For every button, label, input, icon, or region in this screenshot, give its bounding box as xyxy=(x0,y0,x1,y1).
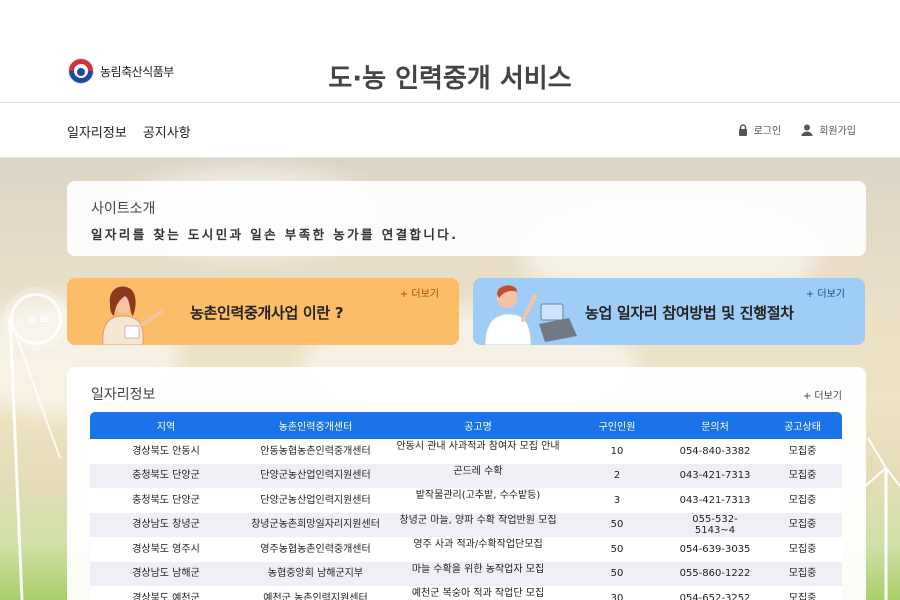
lock-icon xyxy=(738,123,747,136)
cell-region: 충청북도 단양군 xyxy=(132,470,200,482)
nav-item-jobs[interactable]: 일자리정보 xyxy=(67,122,127,141)
cell-center: 창녕군농촌희망일자리지원센터 xyxy=(251,519,380,531)
cell-status: 모집중 xyxy=(788,445,817,457)
cell-center: 영주농협농촌인력중개센터 xyxy=(260,543,371,555)
woman-presenting-icon xyxy=(102,286,163,345)
cell-title[interactable]: 마늘 수확을 위한 농작업자 모집 xyxy=(389,562,567,587)
site-title[interactable]: 도·농 인력중개 서비스 xyxy=(0,58,900,95)
table-row[interactable]: 경상남도 창녕군 창녕군농촌희망일자리지원센터 창녕군 마늘, 양파 수확 작업… xyxy=(90,512,842,538)
user-icon xyxy=(801,124,813,136)
column-header-status: 공고상태 xyxy=(784,422,821,433)
cell-title[interactable]: 안동시 관내 사과적과 참여자 모집 안내 xyxy=(389,439,567,464)
intro-heading: 사이트소개 xyxy=(91,201,156,217)
column-header-title: 공고명 xyxy=(464,422,492,433)
cell-region: 경상남도 남해군 xyxy=(132,568,200,580)
cell-title[interactable]: 예천군 복숭아 적과 작업단 모집 xyxy=(389,586,567,600)
table-row[interactable]: 충청북도 단양군 단양군농산업인력지원센터 곤드레 수확 2 043-421-7… xyxy=(90,463,842,489)
cell-phone: 043-421-7313 xyxy=(679,470,751,482)
banner-left-title: 농촌인력중개사업 이란 ? xyxy=(190,304,344,322)
participation-guide-banner[interactable]: + 더보기 농업 일자리 참여방법 및 진행절차 xyxy=(473,278,865,345)
intro-text: 일자리를 찾는 도시민과 일손 부족한 농가를 연결합니다. xyxy=(91,227,459,242)
nav-item-notices[interactable]: 공지사항 xyxy=(143,122,191,141)
cell-center: 단양군농산업인력지원센터 xyxy=(260,494,371,506)
site-header: 농림축산식품부 도·농 인력중개 서비스 xyxy=(0,0,900,103)
table-row[interactable]: 경상남도 남해군 농협중앙회 남해군지부 마늘 수확을 위한 농작업자 모집 5… xyxy=(90,561,842,587)
cell-title[interactable]: 창녕군 마늘, 양파 수확 작업반원 모집 xyxy=(389,513,567,538)
cell-count: 50 xyxy=(610,568,624,580)
man-with-laptop-icon xyxy=(484,285,577,345)
cell-phone: 055-532-5143~4 xyxy=(692,513,738,536)
jobs-more-link[interactable]: + 더보기 xyxy=(803,387,842,402)
banner-left-more-link[interactable]: + 더보기 xyxy=(400,285,439,300)
cell-phone: 054-652-3252 xyxy=(679,592,751,600)
table-row[interactable]: 경상북도 안동시 안동농협농촌인력중개센터 안동시 관내 사과적과 참여자 모집… xyxy=(90,439,842,464)
table-row[interactable]: 경상북도 영주시 영주농협농촌인력중개센터 영주 사과 적과/수확작업단모집 5… xyxy=(90,537,842,562)
decorative-ring-icon: ≡≡ xyxy=(10,293,62,345)
cell-region: 경상북도 안동시 xyxy=(132,445,200,457)
jobs-heading: 일자리정보 xyxy=(91,387,156,403)
login-label: 로그인 xyxy=(753,126,782,137)
signup-link[interactable]: 회원가입 xyxy=(801,122,856,137)
cell-count: 10 xyxy=(610,445,624,457)
cell-count: 2 xyxy=(613,470,621,482)
cell-title[interactable]: 밭작물관리(고추밭, 수수밭등) xyxy=(389,488,567,513)
cell-region: 경상남도 창녕군 xyxy=(132,519,200,531)
cell-center: 안동농협농촌인력중개센터 xyxy=(260,445,371,457)
cell-region: 충청북도 단양군 xyxy=(132,494,200,506)
cell-center: 단양군농산업인력지원센터 xyxy=(260,470,371,482)
cell-region: 경상북도 영주시 xyxy=(132,543,200,555)
banner-right-title: 농업 일자리 참여방법 및 진행절차 xyxy=(585,304,794,322)
site-intro-panel: 사이트소개 일자리를 찾는 도시민과 일손 부족한 농가를 연결합니다. xyxy=(67,181,866,256)
cell-status: 모집중 xyxy=(788,470,817,482)
cell-phone: 055-860-1222 xyxy=(679,568,751,580)
cell-phone: 054-840-3382 xyxy=(679,445,751,457)
cell-count: 50 xyxy=(610,519,624,531)
login-link[interactable]: 로그인 xyxy=(738,122,782,137)
job-listings-table: 지역 농촌인력중개센터 공고명 구인인원 문의처 공고상태 경상북도 안동시 안… xyxy=(90,412,842,600)
cell-phone: 054-639-3035 xyxy=(679,543,751,555)
cell-status: 모집중 xyxy=(788,494,817,506)
column-header-region: 지역 xyxy=(156,422,176,433)
main-navigation: 일자리정보 공지사항 로그인 회원가입 xyxy=(0,103,900,158)
column-header-count: 구인인원 xyxy=(598,422,636,433)
column-header-center: 농촌인력중개센터 xyxy=(278,422,353,433)
cell-title[interactable]: 영주 사과 적과/수확작업단모집 xyxy=(389,537,567,562)
cell-phone: 043-421-7313 xyxy=(679,494,751,506)
cell-center: 예천군 농촌인력지원센터 xyxy=(263,592,368,600)
table-row[interactable]: 경상북도 예천군 예천군 농촌인력지원센터 예천군 복숭아 적과 작업단 모집 … xyxy=(90,586,842,600)
cell-count: 50 xyxy=(610,543,624,555)
signup-label: 회원가입 xyxy=(819,126,856,137)
cell-count: 3 xyxy=(613,494,621,506)
cell-count: 30 xyxy=(610,592,624,600)
cell-status: 모집중 xyxy=(788,568,817,580)
cell-center: 농협중앙회 남해군지부 xyxy=(267,568,364,580)
table-row[interactable]: 충청북도 단양군 단양군농산업인력지원센터 밭작물관리(고추밭, 수수밭등) 3… xyxy=(90,488,842,513)
cell-status: 모집중 xyxy=(788,543,817,555)
banner-right-more-link[interactable]: + 더보기 xyxy=(806,285,845,300)
cell-title[interactable]: 곤드레 수확 xyxy=(389,464,567,489)
table-header-row: 지역 농촌인력중개센터 공고명 구인인원 문의처 공고상태 xyxy=(90,412,842,439)
job-listings-panel: 일자리정보 + 더보기 지역 농촌인력중개센터 공고명 구인인원 문의처 공고상… xyxy=(67,367,866,600)
column-header-contact: 문의처 xyxy=(701,422,729,433)
program-intro-banner[interactable]: + 더보기 농촌인력중개사업 이란 ? xyxy=(67,278,459,345)
cell-region: 경상북도 예천군 xyxy=(132,592,200,600)
cell-status: 모집중 xyxy=(788,592,817,600)
cell-status: 모집중 xyxy=(788,519,817,531)
